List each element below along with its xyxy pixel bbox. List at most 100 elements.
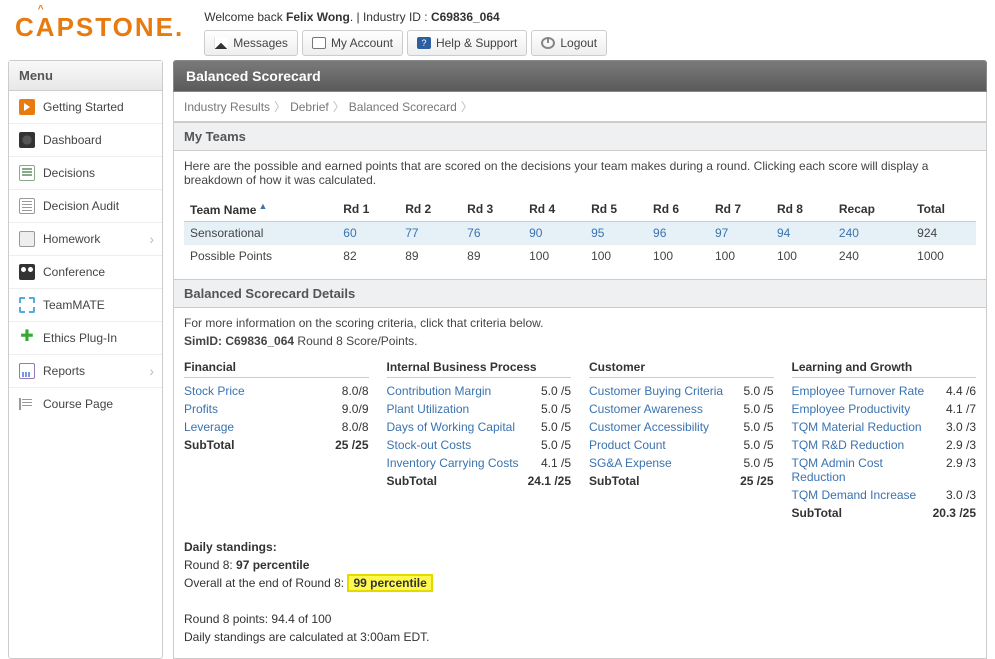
score-cell[interactable]: 95 [585, 222, 647, 245]
sidebar-item-label: Dashboard [43, 133, 102, 147]
criteria-value: 2.9 /3 [940, 456, 976, 484]
sidebar-item-label: Conference [43, 265, 105, 279]
overall-percentile-highlight: 99 percentile [347, 574, 432, 592]
criteria-row: Customer Accessibility5.0 /5 [589, 418, 774, 436]
criteria-link[interactable]: TQM Demand Increase [792, 488, 940, 502]
criteria-link[interactable]: Product Count [589, 438, 737, 452]
score-cell[interactable]: 77 [399, 222, 461, 245]
teams-col-rd-6[interactable]: Rd 6 [647, 197, 709, 222]
criteria-link[interactable]: Stock Price [184, 384, 336, 398]
tm-icon [19, 297, 35, 313]
subtotal-row: SubTotal20.3 /25 [792, 504, 977, 522]
score-cell[interactable]: 60 [337, 222, 399, 245]
logout-button[interactable]: Logout [531, 30, 607, 56]
teams-col-rd-8[interactable]: Rd 8 [771, 197, 833, 222]
details-col-title: Customer [589, 360, 774, 378]
breadcrumb-item[interactable]: Balanced Scorecard [349, 100, 457, 114]
sidebar-item-dashboard[interactable]: Dashboard [9, 124, 162, 157]
sidebar-item-getting-started[interactable]: Getting Started [9, 91, 162, 124]
criteria-link[interactable]: TQM R&D Reduction [792, 438, 940, 452]
breadcrumb-separator: 〉 [333, 100, 345, 114]
score-cell: 240 [833, 245, 911, 268]
score-cell: 924 [911, 222, 976, 245]
details-col-title: Financial [184, 360, 369, 378]
teams-col-rd-3[interactable]: Rd 3 [461, 197, 523, 222]
criteria-link[interactable]: Inventory Carrying Costs [387, 456, 535, 470]
criteria-link[interactable]: SG&A Expense [589, 456, 737, 470]
account-icon [312, 37, 326, 49]
criteria-row: Profits9.0/9 [184, 400, 369, 418]
sidebar-item-decisions[interactable]: Decisions [9, 157, 162, 190]
score-cell[interactable]: 76 [461, 222, 523, 245]
sidebar-item-label: Course Page [43, 397, 113, 411]
menu-heading: Menu [9, 61, 162, 91]
score-cell[interactable]: 240 [833, 222, 911, 245]
sidebar-item-homework[interactable]: Homework [9, 223, 162, 256]
criteria-link[interactable]: Customer Buying Criteria [589, 384, 737, 398]
criteria-link[interactable]: Employee Turnover Rate [792, 384, 940, 398]
breadcrumb-item[interactable]: Debrief [290, 100, 329, 114]
criteria-link[interactable]: Stock-out Costs [387, 438, 535, 452]
messages-button[interactable]: Messages [204, 30, 298, 56]
breadcrumb-item[interactable]: Industry Results [184, 100, 270, 114]
teams-col-team-name[interactable]: Team Name▲ [184, 197, 337, 222]
criteria-row: Customer Buying Criteria5.0 /5 [589, 382, 774, 400]
subtotal-label: SubTotal [184, 438, 329, 452]
criteria-link[interactable]: Profits [184, 402, 336, 416]
criteria-value: 3.0 /3 [940, 420, 976, 434]
sidebar-item-label: Reports [43, 364, 85, 378]
criteria-link[interactable]: Plant Utilization [387, 402, 535, 416]
subtotal-row: SubTotal25 /25 [589, 472, 774, 490]
criteria-link[interactable]: Customer Awareness [589, 402, 737, 416]
score-cell[interactable]: 90 [523, 222, 585, 245]
criteria-value: 5.0 /5 [737, 456, 773, 470]
breadcrumb: Industry Results 〉 Debrief 〉 Balanced Scorec… [173, 92, 987, 122]
score-cell: 89 [461, 245, 523, 268]
criteria-link[interactable]: TQM Admin Cost Reduction [792, 456, 940, 484]
criteria-row: Employee Turnover Rate4.4 /6 [792, 382, 977, 400]
teams-col-rd-4[interactable]: Rd 4 [523, 197, 585, 222]
criteria-value: 3.0 /3 [940, 488, 976, 502]
breadcrumb-separator: 〉 [461, 100, 473, 114]
teams-col-rd-5[interactable]: Rd 5 [585, 197, 647, 222]
help-button[interactable]: ?Help & Support [407, 30, 527, 56]
criteria-value: 5.0 /5 [535, 402, 571, 416]
sidebar-item-course-page[interactable]: Course Page [9, 388, 162, 420]
criteria-link[interactable]: TQM Material Reduction [792, 420, 940, 434]
subtotal-value: 25 /25 [329, 438, 368, 452]
criteria-row: Stock Price8.0/8 [184, 382, 369, 400]
score-cell[interactable]: 97 [709, 222, 771, 245]
subtotal-label: SubTotal [792, 506, 927, 520]
criteria-link[interactable]: Contribution Margin [387, 384, 535, 398]
sidebar-item-conference[interactable]: Conference [9, 256, 162, 289]
criteria-link[interactable]: Days of Working Capital [387, 420, 535, 434]
teams-col-rd-7[interactable]: Rd 7 [709, 197, 771, 222]
criteria-row: Contribution Margin5.0 /5 [387, 382, 572, 400]
sidebar-item-label: TeamMATE [43, 298, 105, 312]
teams-col-rd-1[interactable]: Rd 1 [337, 197, 399, 222]
teams-col-recap[interactable]: Recap [833, 197, 911, 222]
sidebar-item-teammate[interactable]: TeamMATE [9, 289, 162, 322]
team-name-cell: Possible Points [184, 245, 337, 268]
teams-col-total[interactable]: Total [911, 197, 976, 222]
teams-col-rd-2[interactable]: Rd 2 [399, 197, 461, 222]
criteria-row: TQM Material Reduction3.0 /3 [792, 418, 977, 436]
details-col-learning-and-growth: Learning and GrowthEmployee Turnover Rat… [792, 360, 977, 522]
logo[interactable]: CA^PSTONE. [10, 8, 204, 43]
sidebar-item-ethics-plug-in[interactable]: ✚Ethics Plug-In [9, 322, 162, 355]
criteria-link[interactable]: Leverage [184, 420, 336, 434]
score-cell[interactable]: 94 [771, 222, 833, 245]
sidebar-item-decision-audit[interactable]: Decision Audit [9, 190, 162, 223]
welcome-line: Welcome back Felix Wong. | Industry ID :… [204, 8, 985, 30]
criteria-link[interactable]: Employee Productivity [792, 402, 940, 416]
dash-icon [19, 132, 35, 148]
table-row: Possible Points8289891001001001001002401… [184, 245, 976, 268]
score-cell[interactable]: 96 [647, 222, 709, 245]
criteria-link[interactable]: Customer Accessibility [589, 420, 737, 434]
sidebar: Menu Getting Started Dashboard DecisionsDe… [8, 60, 163, 659]
course-icon [19, 396, 35, 412]
mail-icon [214, 37, 228, 49]
sidebar-item-reports[interactable]: Reports [9, 355, 162, 388]
details-col-internal-business-process: Internal Business ProcessContribution Ma… [387, 360, 572, 522]
my-account-button[interactable]: My Account [302, 30, 403, 56]
